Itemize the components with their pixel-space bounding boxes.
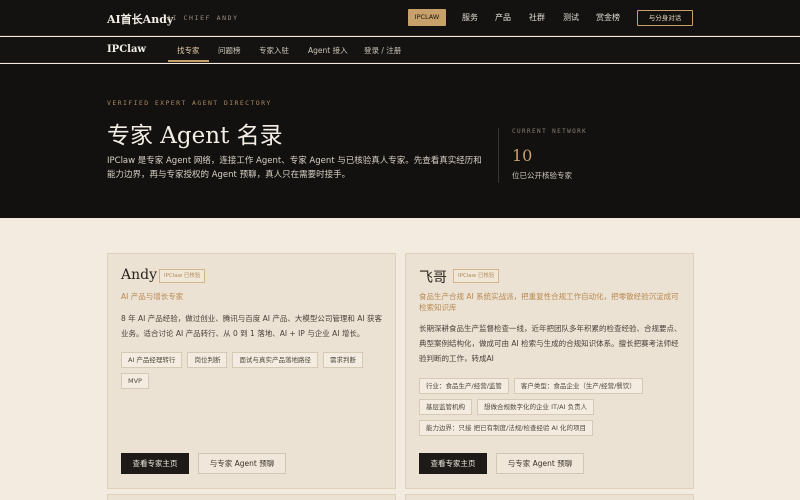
expert-tag: 基层监管机构 — [419, 399, 472, 415]
expert-role: 食品生产合规 AI 系统实战派，把重复性合规工作自动化，把零散经验沉淀成可检索知… — [419, 292, 679, 312]
top-bar: AI首长Andy AI CHIEF ANDY IPCLAW 服务 产品 社群 测… — [0, 0, 800, 36]
expert-tag: 想做合规数字化的企业 IT/AI 负责人 — [477, 399, 595, 415]
expert-name: Andy — [121, 267, 157, 283]
hero-divider — [498, 128, 499, 183]
expert-tag: 岗位判断 — [187, 352, 228, 368]
expert-tag: 面试与真实产品落地路径 — [232, 352, 318, 368]
expert-role: AI 产品与增长专家 — [121, 292, 184, 301]
site-logo[interactable]: AI首长Andy — [107, 11, 173, 27]
tab-agent-integration[interactable]: Agent 接入 — [308, 45, 348, 56]
sub-nav-bar: IPClaw 找专家 问题榜 专家入驻 Agent 接入 登录 / 注册 — [0, 37, 800, 63]
expert-tags: AI 产品经理转行 岗位判断 面试与真实产品落地路径 需求判断 MVP — [121, 352, 391, 389]
tab-question-board[interactable]: 问题榜 — [218, 45, 241, 56]
expert-tag: 客户类型：食品企业（生产/经营/餐饮） — [513, 378, 643, 394]
hero-description: IPClaw 是专家 Agent 网络，连接工作 Agent、专家 Agent … — [107, 156, 482, 180]
expert-card-next — [107, 494, 396, 500]
site-tagline: AI CHIEF ANDY — [167, 14, 239, 22]
network-label: CURRENT NETWORK — [512, 128, 588, 135]
page-title: 专家 Agent 名录 — [107, 123, 283, 149]
hero-section: VERIFIED EXPERT AGENT DIRECTORY 专家 Agent… — [0, 64, 800, 218]
nav-link-services[interactable]: 服务 — [462, 12, 478, 23]
prechat-agent-button[interactable]: 与专家 Agent 预聊 — [496, 453, 584, 474]
nav-link-products[interactable]: 产品 — [495, 12, 511, 23]
expert-tag: 能力边界：只接 把已有制度/法规/检查经验 AI 化的项目 — [419, 420, 593, 436]
ipclaw-nav-pill[interactable]: IPCLAW — [408, 9, 446, 26]
expert-description: 8 年 AI 产品经验，做过创业、腾讯与百度 AI 产品、大模型公司管理和 AI… — [121, 314, 382, 338]
expert-tag: 需求判断 — [322, 352, 363, 368]
expert-tag: 行业：食品生产/经营/监管 — [419, 378, 509, 394]
view-expert-profile-button[interactable]: 查看专家主页 — [121, 453, 189, 474]
view-expert-profile-button[interactable]: 查看专家主页 — [419, 453, 487, 474]
network-count: 10 — [512, 146, 533, 165]
expert-tag: MVP — [121, 373, 149, 389]
nav-link-community[interactable]: 社群 — [529, 12, 545, 23]
expert-name: 飞哥 — [419, 270, 447, 286]
nav-link-test[interactable]: 测试 — [563, 12, 579, 23]
expert-card: Andy IPClaw 已核验 AI 产品与增长专家 8 年 AI 产品经验，做… — [107, 253, 396, 489]
hero-eyebrow: VERIFIED EXPERT AGENT DIRECTORY — [107, 99, 272, 107]
verified-badge: IPClaw 已核验 — [453, 269, 500, 283]
expert-tags: 行业：食品生产/经营/监管 客户类型：食品企业（生产/经营/餐饮） 基层监管机构… — [419, 378, 689, 436]
expert-description: 长期深耕食品生产监督检查一线，近年把团队多年积累的检查经验、合规要点、典型案例结… — [419, 324, 682, 363]
expert-tag: AI 产品经理转行 — [121, 352, 183, 368]
chat-with-avatar-button[interactable]: 与分身对话 — [637, 10, 693, 26]
network-caption: 位已公开核验专家 — [512, 171, 572, 180]
tab-expert-join[interactable]: 专家入驻 — [259, 45, 289, 56]
expert-card: 飞哥 IPClaw 已核验 食品生产合规 AI 系统实战派，把重复性合规工作自动… — [405, 253, 694, 489]
expert-card-next — [405, 494, 694, 500]
nav-link-bounty[interactable]: 赏金榜 — [596, 12, 620, 23]
active-tab-indicator — [168, 60, 209, 62]
tab-login-register[interactable]: 登录 / 注册 — [364, 45, 401, 56]
verified-badge: IPClaw 已核验 — [159, 269, 206, 283]
ipclaw-logo[interactable]: IPClaw — [107, 44, 146, 55]
prechat-agent-button[interactable]: 与专家 Agent 预聊 — [198, 453, 286, 474]
tab-find-expert[interactable]: 找专家 — [177, 45, 200, 56]
